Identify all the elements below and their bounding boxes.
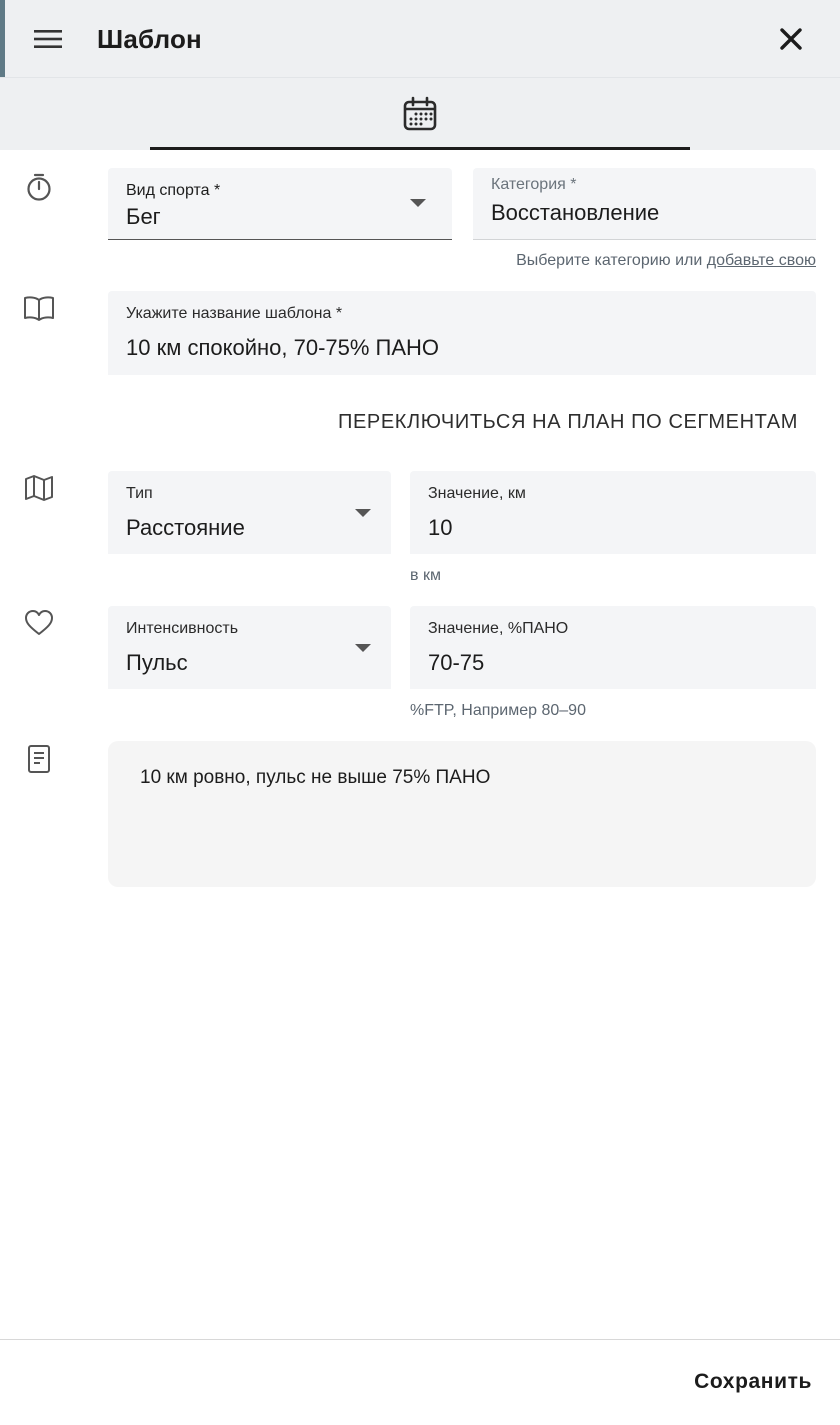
map-icon-wrap — [22, 471, 56, 505]
sport-select[interactable]: Вид спорта * Бег — [108, 168, 452, 240]
category-field[interactable]: Категория * Восстановление — [473, 168, 816, 240]
map-icon — [25, 475, 53, 501]
chevron-down-icon — [355, 509, 371, 517]
tab-bar — [0, 77, 840, 150]
intensity-label: Интенсивность — [126, 620, 239, 637]
type-label: Тип — [126, 485, 153, 502]
template-name-value: 10 км спокойно, 70-75% ПАНО — [126, 335, 440, 360]
note-icon — [28, 745, 50, 773]
type-value: Расстояние — [126, 515, 245, 540]
tab-calendar[interactable] — [150, 78, 690, 150]
intensity-value-input: 70-75 — [428, 650, 485, 675]
intensity-value-label: Значение, %ПАНО — [428, 620, 569, 637]
category-helper: Выберите категорию или добавьте свою — [516, 252, 816, 270]
add-category-link[interactable]: добавьте свою — [707, 252, 816, 269]
sport-value: Бег — [126, 204, 161, 229]
heart-icon-wrap — [22, 606, 56, 640]
distance-label: Значение, км — [428, 485, 526, 502]
close-icon — [780, 28, 802, 50]
chevron-down-icon — [410, 199, 426, 207]
close-button[interactable] — [771, 20, 811, 58]
menu-icon — [34, 30, 62, 48]
notes-text: 10 км ровно, пульс не выше 75% ПАНО — [140, 767, 491, 788]
sport-label: Вид спорта * — [126, 182, 221, 199]
timer-icon-wrap — [22, 170, 56, 204]
menu-button[interactable] — [27, 22, 69, 56]
chevron-down-icon — [355, 644, 371, 652]
note-icon-wrap — [22, 742, 56, 776]
calendar-icon — [403, 96, 437, 131]
category-helper-text: Выберите категорию или — [516, 252, 703, 269]
intensity-value: Пульс — [126, 650, 188, 675]
category-label: Категория * — [491, 176, 577, 193]
app-header: Шаблон — [0, 0, 840, 77]
notes-textarea[interactable]: 10 км ровно, пульс не выше 75% ПАНО — [108, 741, 816, 887]
book-icon-wrap — [22, 291, 56, 325]
intensity-select[interactable]: Интенсивность Пульс — [108, 606, 391, 689]
switch-to-segments-button[interactable]: ПЕРЕКЛЮЧИТЬСЯ НА ПЛАН ПО СЕГМЕНТАМ — [330, 400, 810, 444]
template-name-label: Укажите название шаблона * — [126, 305, 343, 322]
category-value: Восстановление — [491, 200, 660, 225]
timer-icon — [27, 173, 51, 201]
page-title: Шаблон — [97, 24, 202, 54]
intensity-value-field[interactable]: Значение, %ПАНО 70-75 — [410, 606, 816, 689]
save-button[interactable]: Сохранить — [694, 1370, 812, 1394]
tab-active-indicator — [150, 147, 690, 150]
book-icon — [24, 296, 54, 321]
heart-icon — [25, 610, 53, 635]
template-name-field[interactable]: Укажите название шаблона * 10 км спокойн… — [108, 291, 816, 375]
footer: Сохранить — [0, 1339, 840, 1425]
distance-helper: в км — [410, 567, 441, 584]
intensity-helper: %FTP, Например 80–90 — [410, 702, 586, 719]
type-select[interactable]: Тип Расстояние — [108, 471, 391, 554]
distance-value-field[interactable]: Значение, км 10 — [410, 471, 816, 554]
distance-value: 10 — [428, 515, 453, 540]
